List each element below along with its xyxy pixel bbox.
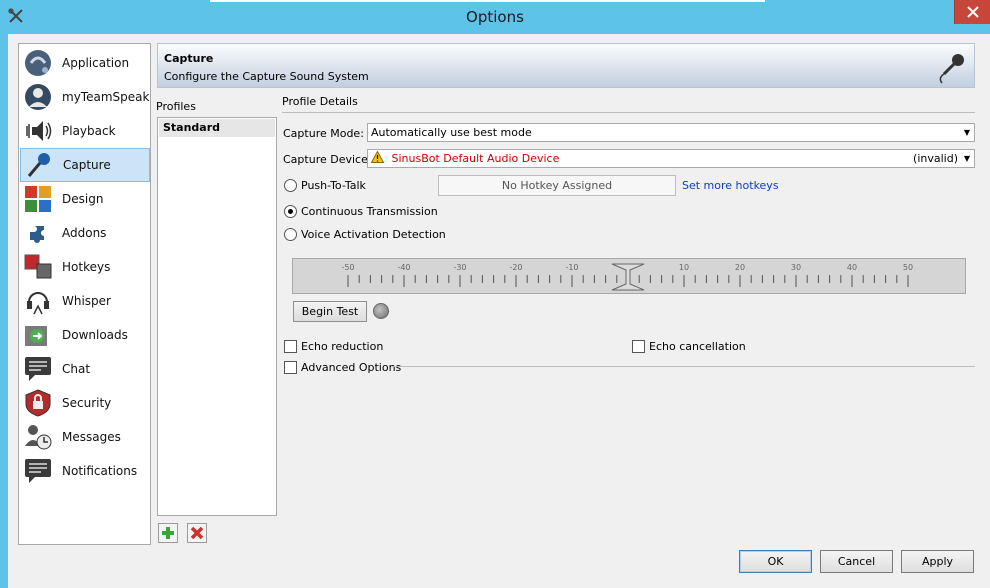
delete-icon [190, 526, 204, 540]
meter-tick-label: 20 [735, 263, 745, 272]
lock-icon [22, 387, 54, 419]
meter-tick-label: -50 [341, 263, 354, 272]
push-to-talk-label[interactable]: Push-To-Talk [301, 179, 366, 192]
page-title: Capture [164, 52, 214, 65]
begin-test-button[interactable]: Begin Test [293, 301, 367, 322]
sidebar-item-application[interactable]: Application [20, 46, 150, 80]
remove-profile-button[interactable] [187, 523, 207, 543]
meter-scale: -50 -40 -30 -20 -10 10 20 30 40 50 [341, 263, 913, 291]
sidebar-item-security[interactable]: Security [20, 386, 150, 420]
options-window: Options Application myTeamSpeak Playback… [0, 0, 990, 588]
window-title: Options [466, 8, 524, 26]
microphone-icon [23, 149, 55, 181]
echo-reduction-checkbox[interactable] [284, 340, 297, 353]
meter-tick-label: -40 [397, 263, 410, 272]
capture-device-label: Capture Device: [283, 153, 372, 166]
meter-tick-label: 40 [847, 263, 857, 272]
echo-cancellation-checkbox[interactable] [632, 340, 645, 353]
headset-icon [22, 285, 54, 317]
keyboard-icon [22, 251, 54, 283]
hotkey-field[interactable]: No Hotkey Assigned [438, 175, 676, 196]
echo-reduction-label[interactable]: Echo reduction [301, 340, 383, 353]
page-header: Capture Configure the Capture Sound Syst… [157, 43, 975, 88]
sidebar-item-addons[interactable]: Addons [20, 216, 150, 250]
meter-tick-label: -10 [565, 263, 578, 272]
capture-device-value: SinusBot Default Audio Device [391, 152, 560, 165]
dialog-client: Application myTeamSpeak Playback Capture… [8, 34, 990, 588]
apply-button[interactable]: Apply [901, 550, 974, 573]
sidebar-item-myteamspeak[interactable]: myTeamSpeak [20, 80, 150, 114]
page-subtitle: Configure the Capture Sound System [164, 70, 369, 83]
meter-tick-label: 50 [903, 263, 913, 272]
add-profile-button[interactable] [158, 523, 178, 543]
sidebar-item-chat[interactable]: Chat [20, 352, 150, 386]
capture-mode-label: Capture Mode: [283, 127, 364, 140]
design-icon [22, 183, 54, 215]
meter-tick-label: 10 [679, 263, 689, 272]
downloads-icon [22, 319, 54, 351]
meter-tick-label: -30 [453, 263, 466, 272]
continuous-transmission-label[interactable]: Continuous Transmission [301, 205, 438, 218]
capture-mode-select[interactable]: Automatically use best mode ▼ [367, 123, 975, 142]
dropdown-arrow-icon: ▼ [963, 128, 970, 137]
profiles-list: Standard [157, 117, 277, 516]
category-sidebar: Application myTeamSpeak Playback Capture… [18, 43, 151, 545]
voice-level-meter[interactable]: -50 -40 -30 -20 -10 10 20 30 40 50 [292, 258, 966, 294]
divider [282, 112, 975, 113]
user-icon [22, 81, 54, 113]
capture-mode-value: Automatically use best mode [371, 126, 532, 139]
chat-icon [22, 353, 54, 385]
sidebar-item-design[interactable]: Design [20, 182, 150, 216]
profiles-label: Profiles [156, 100, 196, 113]
notifications-icon [22, 455, 54, 487]
continuous-transmission-radio[interactable] [284, 205, 297, 218]
profile-details-label: Profile Details [282, 95, 358, 108]
push-to-talk-radio[interactable] [284, 179, 297, 192]
warning-icon [370, 149, 385, 168]
sidebar-item-capture[interactable]: Capture [20, 148, 150, 182]
microphone-icon [936, 50, 968, 84]
divider [392, 366, 975, 367]
sidebar-item-hotkeys[interactable]: Hotkeys [20, 250, 150, 284]
cancel-button[interactable]: Cancel [820, 550, 893, 573]
puzzle-icon [22, 217, 54, 249]
ok-button[interactable]: OK [739, 550, 812, 573]
device-status: (invalid) [913, 152, 958, 165]
voice-activation-radio[interactable] [284, 228, 297, 241]
sidebar-item-playback[interactable]: Playback [20, 114, 150, 148]
voice-activation-label[interactable]: Voice Activation Detection [301, 228, 446, 241]
speaker-icon [22, 115, 54, 147]
title-bar[interactable]: Options [0, 0, 990, 34]
sidebar-item-whisper[interactable]: Whisper [20, 284, 150, 318]
advanced-options-checkbox[interactable] [284, 361, 297, 374]
echo-cancellation-label[interactable]: Echo cancellation [649, 340, 746, 353]
list-item[interactable]: Standard [159, 119, 275, 137]
meter-tick-label: -20 [509, 263, 522, 272]
application-icon [22, 47, 54, 79]
meter-tick-label: 30 [791, 263, 801, 272]
capture-device-select[interactable]: SinusBot Default Audio Device (invalid) … [367, 149, 975, 168]
plus-icon [162, 527, 174, 539]
close-icon [966, 6, 979, 18]
advanced-options-label[interactable]: Advanced Options [301, 361, 401, 374]
sidebar-item-notifications[interactable]: Notifications [20, 454, 150, 488]
sidebar-item-downloads[interactable]: Downloads [20, 318, 150, 352]
close-button[interactable] [954, 0, 990, 24]
test-status-indicator [373, 303, 389, 319]
set-more-hotkeys-link[interactable]: Set more hotkeys [682, 179, 779, 192]
dropdown-arrow-icon: ▼ [963, 154, 970, 163]
sidebar-item-messages[interactable]: Messages [20, 420, 150, 454]
messages-icon [22, 421, 54, 453]
